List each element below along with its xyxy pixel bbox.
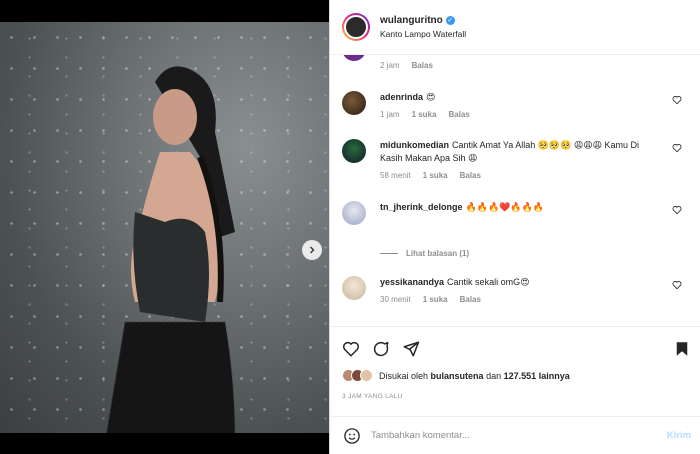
reply-button[interactable]: Balas bbox=[412, 61, 433, 70]
comment-item: tn_jherink_delonge 🔥🔥🔥❤️🔥🔥🔥 bbox=[342, 201, 692, 225]
comment-likes[interactable]: 1 suka bbox=[423, 295, 448, 304]
commenter-avatar[interactable] bbox=[342, 276, 366, 300]
post-timestamp: 3 JAM YANG LALU bbox=[342, 393, 403, 400]
author-avatar[interactable] bbox=[342, 13, 370, 41]
view-replies-label[interactable]: Lihat balasan (1) bbox=[406, 249, 469, 258]
liked-by-username[interactable]: bulansutena bbox=[431, 371, 484, 381]
liker-avatars[interactable] bbox=[342, 369, 373, 382]
commenter-avatar[interactable] bbox=[342, 91, 366, 115]
commenter-avatar[interactable] bbox=[342, 139, 366, 163]
comment-username[interactable]: tn_jherink_delonge bbox=[380, 202, 463, 212]
carousel-next-button[interactable] bbox=[302, 240, 322, 260]
comment-item: yessikanandya Cantik sekali omG😍 30 menit… bbox=[342, 276, 692, 304]
woman-figure-illustration bbox=[105, 66, 236, 433]
comment-composer: Kirim bbox=[330, 416, 700, 454]
backdrop-top bbox=[0, 0, 329, 22]
comment-item: midunkomedian Cantik Amat Ya Allah 🥺🥺🥺 😩😩… bbox=[342, 139, 692, 180]
like-comment-heart-icon[interactable] bbox=[672, 143, 682, 153]
comment-likes[interactable]: 1 suka bbox=[412, 110, 437, 119]
comment-item: adenrinda 😍 1 jam 1 suka Balas bbox=[342, 91, 692, 119]
like-comment-heart-icon[interactable] bbox=[672, 95, 682, 105]
commenter-avatar[interactable] bbox=[342, 201, 366, 225]
reply-button[interactable]: Balas bbox=[460, 171, 481, 180]
author-username[interactable]: wulanguritno bbox=[380, 15, 443, 26]
likes-summary: Disukai oleh bulansutena dan 127.551 lai… bbox=[342, 369, 570, 382]
comment-time: 58 menit bbox=[380, 171, 411, 180]
chevron-right-icon bbox=[310, 246, 315, 254]
like-comment-heart-icon[interactable] bbox=[672, 205, 682, 215]
post-comment-button[interactable]: Kirim bbox=[667, 430, 691, 441]
comment-input[interactable] bbox=[371, 430, 641, 441]
comment-username[interactable]: yessikanandya bbox=[380, 277, 444, 287]
post-actions-bar bbox=[330, 326, 700, 370]
comment-item: 2 jam Balas bbox=[342, 61, 692, 70]
verified-badge-icon: ✓ bbox=[445, 16, 455, 25]
comment-username[interactable]: midunkomedian bbox=[380, 140, 449, 150]
share-send-icon[interactable] bbox=[402, 340, 420, 358]
likes-middle: dan bbox=[486, 370, 502, 381]
post-location[interactable]: Kanto Lampo Waterfall bbox=[380, 29, 466, 39]
likes-count[interactable]: 127.551 bbox=[504, 371, 537, 381]
backdrop-bottom bbox=[0, 433, 329, 454]
view-replies-button[interactable]: Lihat balasan (1) bbox=[380, 249, 469, 258]
emoji-picker-icon[interactable] bbox=[343, 427, 361, 445]
reply-button[interactable]: Balas bbox=[460, 295, 481, 304]
post-header: wulanguritno ✓ Kanto Lampo Waterfall bbox=[330, 0, 700, 55]
comment-text: 🔥🔥🔥❤️🔥🔥🔥 bbox=[465, 202, 544, 212]
comment-text: 😍 bbox=[426, 92, 436, 102]
comment-time: 2 jam bbox=[380, 61, 400, 70]
comments-list[interactable]: 2 jam Balas adenrinda 😍 1 jam 1 suka Bala… bbox=[330, 55, 700, 325]
replies-divider bbox=[380, 253, 398, 254]
comment-bubble-icon[interactable] bbox=[372, 340, 390, 358]
likes-suffix[interactable]: lainnya bbox=[539, 371, 570, 381]
reply-button[interactable]: Balas bbox=[448, 110, 469, 119]
like-heart-icon[interactable] bbox=[342, 340, 360, 358]
comment-username[interactable]: adenrinda bbox=[380, 92, 423, 102]
instagram-post-modal: wulanguritno ✓ Kanto Lampo Waterfall 2 j… bbox=[0, 0, 700, 454]
like-comment-heart-icon[interactable] bbox=[672, 280, 682, 290]
post-side-panel: wulanguritno ✓ Kanto Lampo Waterfall 2 j… bbox=[329, 0, 700, 454]
bookmark-icon[interactable] bbox=[673, 340, 691, 358]
likes-prefix: Disukai oleh bbox=[379, 370, 429, 381]
comment-time: 30 menit bbox=[380, 295, 411, 304]
post-photo bbox=[0, 22, 329, 433]
comment-text: Cantik sekali omG😍 bbox=[447, 277, 530, 287]
comment-time: 1 jam bbox=[380, 110, 400, 119]
comment-likes[interactable]: 1 suka bbox=[423, 171, 448, 180]
